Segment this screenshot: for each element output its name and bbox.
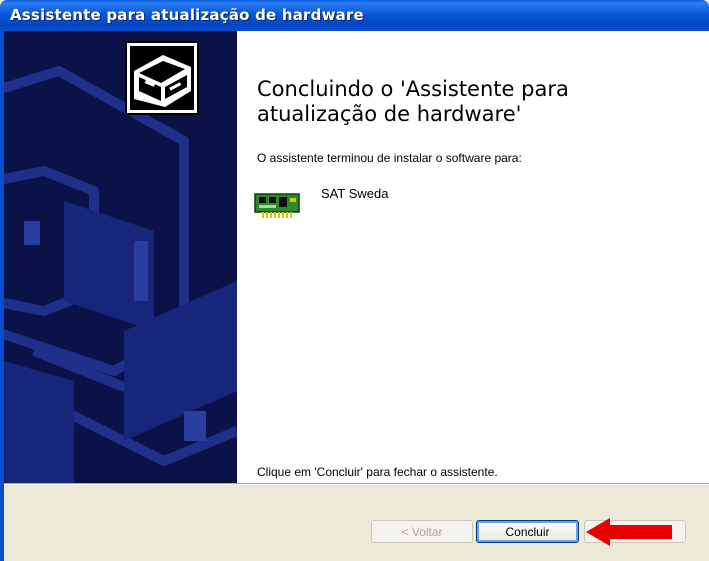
finish-button[interactable]: Concluir: [476, 520, 579, 543]
title-bar[interactable]: Assistente para atualização de hardware: [0, 0, 709, 31]
red-arrow-icon: [586, 518, 672, 546]
side-panel-graphic: [4, 31, 237, 483]
circuit-board-icon: [254, 193, 300, 218]
wizard-side-panel: [4, 31, 237, 483]
page-title: Concluindo o 'Assistente para atualizaçã…: [257, 77, 569, 126]
device-name: SAT Sweda: [321, 186, 389, 201]
back-button[interactable]: < Voltar: [371, 520, 473, 543]
wizard-window: Assistente para atualização de hardware: [0, 0, 709, 561]
install-status-text: O assistente terminou de instalar o soft…: [257, 151, 522, 165]
closing-instruction-text: Clique em 'Concluir' para fechar o assis…: [257, 465, 498, 479]
button-area-divider: [4, 483, 709, 485]
hardware-wizard-icon: [125, 41, 199, 115]
window-title: Assistente para atualização de hardware: [10, 6, 364, 24]
